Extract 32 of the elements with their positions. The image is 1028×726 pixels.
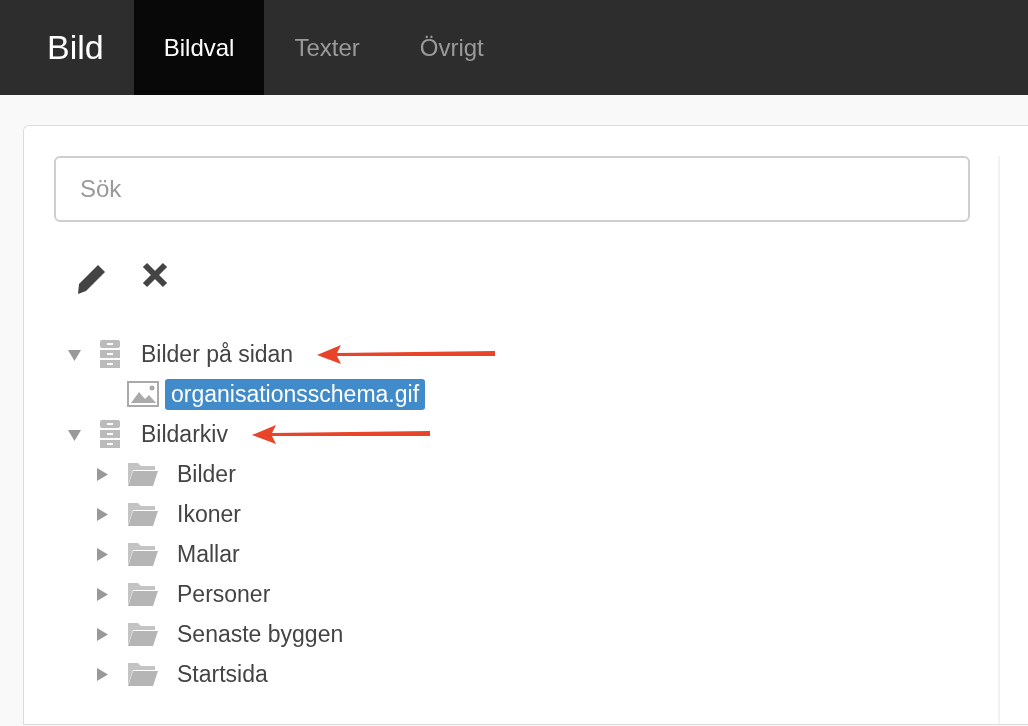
- tree-item[interactable]: Startsida: [171, 658, 274, 690]
- page-title: Bild: [46, 27, 105, 68]
- image-icon: [127, 381, 159, 407]
- tab[interactable]: Texter: [264, 0, 390, 95]
- expand-toggle[interactable]: [96, 507, 109, 521]
- tree-item[interactable]: Personer: [171, 578, 277, 610]
- expand-toggle[interactable]: [96, 667, 109, 681]
- folder-icon: [127, 661, 159, 687]
- expand-toggle[interactable]: [96, 467, 109, 481]
- search-field[interactable]: Sök: [54, 156, 970, 222]
- tab[interactable]: Bildval: [133, 0, 265, 95]
- folder-icon: [127, 621, 159, 647]
- tree-item[interactable]: Bildarkiv: [135, 418, 234, 450]
- tree-item[interactable]: Mallar: [171, 538, 246, 570]
- expand-toggle[interactable]: [96, 547, 109, 561]
- tree-item[interactable]: Bilder på sidan: [135, 338, 300, 370]
- close-icon: [142, 262, 168, 288]
- expand-toggle[interactable]: [96, 587, 109, 601]
- collapse-toggle[interactable]: [68, 427, 81, 441]
- folder-icon: [127, 461, 159, 487]
- folder-icon: [127, 581, 159, 607]
- tree-item[interactable]: organisationsschema.gif: [165, 378, 426, 410]
- cabinet-icon: [99, 339, 121, 369]
- tab[interactable]: Övrigt: [389, 0, 514, 95]
- expand-toggle[interactable]: [96, 627, 109, 641]
- folder-icon: [127, 501, 159, 527]
- cabinet-icon: [99, 419, 121, 449]
- tree-item[interactable]: Senaste byggen: [171, 618, 350, 650]
- tree-item[interactable]: Bilder: [171, 458, 242, 490]
- folder-icon: [127, 541, 159, 567]
- tree-item[interactable]: Ikoner: [171, 498, 247, 530]
- collapse-toggle[interactable]: [68, 347, 81, 361]
